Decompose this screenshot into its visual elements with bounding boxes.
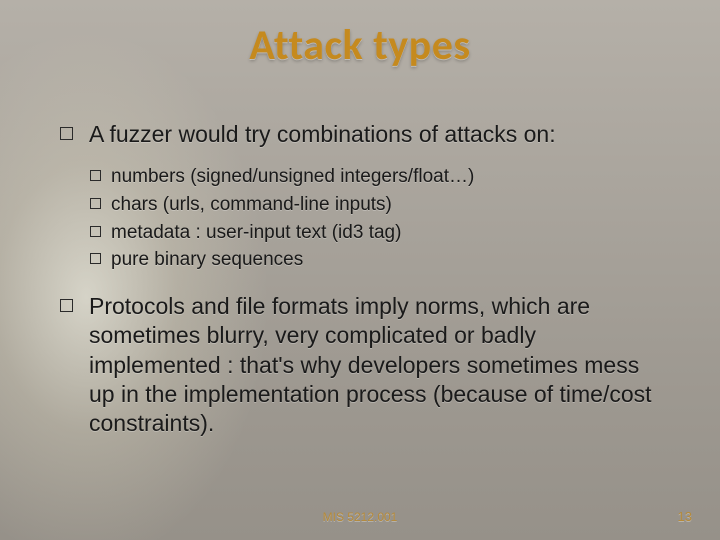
bullet-text: A fuzzer would try combinations of attac…	[89, 120, 660, 149]
bullet-text: chars (urls, command-line inputs)	[111, 191, 660, 219]
bullet-lvl2: numbers (signed/unsigned integers/float……	[90, 163, 660, 191]
bullet-lvl1: Protocols and file formats imply norms, …	[60, 292, 660, 439]
bullet-text: metadata : user-input text (id3 tag)	[111, 219, 660, 247]
bullet-lvl2: metadata : user-input text (id3 tag)	[90, 219, 660, 247]
slide-body: A fuzzer would try combinations of attac…	[60, 120, 660, 453]
square-bullet-icon	[60, 299, 73, 312]
bullet-text: numbers (signed/unsigned integers/float……	[111, 163, 660, 191]
page-number: 13	[678, 509, 692, 524]
square-bullet-icon	[60, 127, 73, 140]
slide-title: Attack types	[0, 20, 720, 71]
bullet-lvl2: chars (urls, command-line inputs)	[90, 191, 660, 219]
slide: Attack types A fuzzer would try combinat…	[0, 0, 720, 540]
bullet-text: Protocols and file formats imply norms, …	[89, 292, 660, 439]
bullet-text: pure binary sequences	[111, 246, 660, 274]
square-bullet-icon	[90, 170, 101, 181]
footer-course-code: MIS 5212.001	[0, 510, 720, 524]
square-bullet-icon	[90, 253, 101, 264]
bullet-lvl1: A fuzzer would try combinations of attac…	[60, 120, 660, 149]
sublist: numbers (signed/unsigned integers/float……	[90, 163, 660, 273]
square-bullet-icon	[90, 226, 101, 237]
bullet-lvl2: pure binary sequences	[90, 246, 660, 274]
square-bullet-icon	[90, 198, 101, 209]
